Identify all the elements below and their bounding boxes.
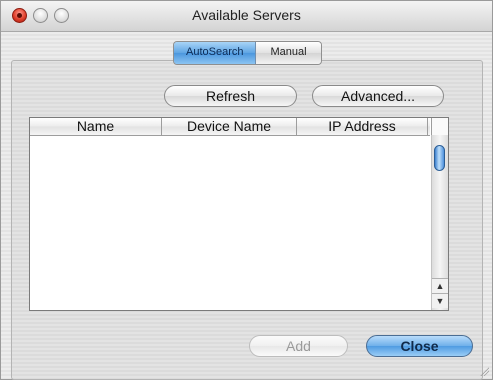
title-bar[interactable]: Available Servers xyxy=(1,1,492,32)
add-button[interactable]: Add xyxy=(249,335,348,357)
scroll-down-arrow-icon[interactable]: ▼ xyxy=(432,293,448,308)
tab-manual[interactable]: Manual xyxy=(256,42,321,64)
refresh-button[interactable]: Refresh xyxy=(164,85,297,107)
window-title: Available Servers xyxy=(192,7,301,23)
column-header-device-name[interactable]: Device Name xyxy=(162,118,297,135)
close-button[interactable]: Close xyxy=(366,335,473,357)
tab-autosearch[interactable]: AutoSearch xyxy=(174,42,257,64)
available-servers-window: Available Servers AutoSearch Manual Refr… xyxy=(0,0,493,380)
scroll-thumb[interactable] xyxy=(434,145,445,171)
advanced-button[interactable]: Advanced... xyxy=(312,85,444,107)
servers-table[interactable]: Name Device Name IP Address ▲ ▼ xyxy=(29,117,449,311)
vertical-scrollbar[interactable]: ▲ ▼ xyxy=(431,135,448,310)
column-header-name[interactable]: Name xyxy=(30,118,162,135)
column-header-ip-address[interactable]: IP Address xyxy=(297,118,428,135)
table-header: Name Device Name IP Address xyxy=(30,118,430,136)
tab-bar: AutoSearch Manual xyxy=(173,41,322,65)
resize-grip-icon[interactable] xyxy=(479,366,489,376)
table-corner xyxy=(431,118,448,135)
scroll-up-arrow-icon[interactable]: ▲ xyxy=(432,278,448,293)
